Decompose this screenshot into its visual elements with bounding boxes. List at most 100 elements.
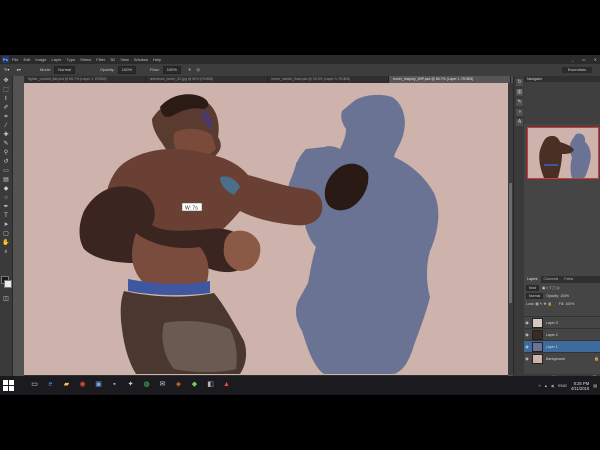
layer-opacity-field[interactable]: 100% — [560, 294, 569, 298]
volume-icon[interactable]: ◂) — [551, 383, 554, 388]
brush-tool-icon[interactable]: ✎ — [2, 140, 10, 148]
photoshop-taskbar-icon[interactable]: ▪ — [110, 380, 119, 390]
right-panels: Navigator Layers Channels Paths Kind ▣ ◐… — [524, 76, 600, 386]
character-panel-icon[interactable]: A — [516, 119, 523, 126]
visibility-eye-icon[interactable]: ◉ — [524, 332, 530, 337]
navigator-preview[interactable] — [527, 127, 599, 179]
brush-tool-preset-icon[interactable]: ✎▾ — [4, 67, 9, 72]
blur-tool-icon[interactable]: ◆ — [2, 185, 10, 193]
document-canvas[interactable]: W: 7s — [24, 83, 508, 375]
tab-paths[interactable]: Paths — [561, 276, 576, 283]
flow-field[interactable]: 100% — [162, 66, 181, 74]
properties-panel-icon[interactable]: ▥ — [516, 89, 523, 96]
doc-tab[interactable]: fighter_portrait_flat.psd @ 66.7% (Layer… — [24, 76, 146, 83]
quick-select-tool-icon[interactable]: ✐ — [2, 104, 10, 112]
layer-filter-row: Kind ▣ ◐ T ▢ ◎ — [526, 285, 598, 291]
flow-label: Flow: — [150, 67, 160, 72]
airbrush-icon[interactable]: ✈ — [188, 67, 191, 72]
mail-icon[interactable]: ✉ — [158, 380, 167, 390]
type-tool-icon[interactable]: T — [2, 212, 10, 220]
menu-filter[interactable]: Filter — [96, 55, 105, 64]
hand-tool-icon[interactable]: ✋ — [2, 239, 10, 247]
file-explorer-icon[interactable]: ▰ — [62, 380, 71, 390]
app-icon[interactable]: ▲ — [222, 380, 231, 390]
menu-file[interactable]: File — [12, 55, 18, 64]
layer-filter-kind-select[interactable]: Kind — [526, 285, 540, 291]
menu-edit[interactable]: Edit — [23, 55, 30, 64]
app-icon[interactable]: ◧ — [206, 380, 215, 390]
layer-row[interactable]: ◉ Background 🔒 — [524, 352, 600, 364]
scroll-thumb[interactable] — [509, 183, 512, 303]
quick-mask-icon[interactable]: ◫ — [2, 295, 10, 303]
pen-tool-icon[interactable]: ✒ — [2, 203, 10, 211]
visibility-eye-icon[interactable]: ◉ — [524, 344, 530, 349]
tray-arrow-icon[interactable]: ˄ — [539, 383, 541, 388]
language-indicator[interactable]: ENG — [558, 383, 567, 388]
brush-size-icon[interactable]: ●▾ — [16, 67, 20, 72]
eyedropper-tool-icon[interactable]: ⁄ — [2, 122, 10, 130]
menu-type[interactable]: Type — [67, 55, 76, 64]
minimize-button[interactable]: _ — [572, 55, 574, 64]
crop-tool-icon[interactable]: ⌗ — [2, 113, 10, 121]
visibility-eye-icon[interactable]: ◉ — [524, 320, 530, 325]
menu-layer[interactable]: Layer — [51, 55, 61, 64]
tab-layers[interactable]: Layers — [524, 276, 541, 283]
maximize-button[interactable]: ▭ — [582, 55, 586, 64]
store-icon[interactable]: ▣ — [94, 380, 103, 390]
app-icon[interactable]: ◆ — [190, 380, 199, 390]
healing-brush-tool-icon[interactable]: ✚ — [2, 131, 10, 139]
doc-tab-active[interactable]: boxer_lowpoly_WIP.psd @ 66.7% (Layer 1, … — [389, 76, 511, 83]
background-color-swatch[interactable] — [4, 280, 12, 288]
lasso-tool-icon[interactable]: ℓ — [2, 95, 10, 103]
app-icon[interactable]: ◈ — [174, 380, 183, 390]
menu-image[interactable]: Image — [35, 55, 46, 64]
eraser-tool-icon[interactable]: ▭ — [2, 167, 10, 175]
tab-channels[interactable]: Channels — [541, 276, 562, 283]
menu-help[interactable]: Help — [153, 55, 161, 64]
fill-field[interactable]: 100% — [565, 302, 574, 306]
zoom-tool-icon[interactable]: ⌕ — [2, 248, 10, 256]
menu-3d[interactable]: 3D — [110, 55, 115, 64]
windows-start-icon[interactable] — [3, 380, 14, 391]
whatsapp-icon[interactable]: ◍ — [142, 380, 151, 390]
layer-row[interactable]: ◉ Layer 3 — [524, 316, 600, 328]
opacity-field[interactable]: 100% — [117, 66, 137, 74]
menu-view[interactable]: View — [120, 55, 129, 64]
move-tool-icon[interactable]: ✥ — [2, 77, 10, 85]
layer-thumbnail — [532, 317, 543, 328]
gradient-tool-icon[interactable]: ▤ — [2, 176, 10, 184]
history-brush-tool-icon[interactable]: ↺ — [2, 158, 10, 166]
lock-icons[interactable]: ▦ ✎ ✥ 🔒 — [535, 302, 551, 306]
history-panel-icon[interactable]: ↻ — [516, 79, 523, 86]
marquee-tool-icon[interactable]: ⬚ — [2, 86, 10, 94]
brush-panel-icon[interactable]: ✎ — [516, 99, 523, 106]
clone-stamp-tool-icon[interactable]: ⚲ — [2, 149, 10, 157]
path-selection-tool-icon[interactable]: ➤ — [2, 221, 10, 229]
dodge-tool-icon[interactable]: ○ — [2, 194, 10, 202]
blend-mode-select[interactable]: Normal — [526, 293, 544, 299]
task-view-icon[interactable]: ▭ — [30, 380, 39, 390]
mode-select[interactable]: Normal — [54, 66, 76, 74]
app-icon[interactable]: ✦ — [126, 380, 135, 390]
close-button[interactable]: ✕ — [594, 55, 597, 64]
layer-row[interactable]: ◉ Layer 2 — [524, 328, 600, 340]
workspace-select[interactable]: Essentials — [561, 67, 592, 73]
windows-taskbar: ▭ e ▰ ◉ ▣ ▪ ✦ ◍ ✉ ◈ ◆ ◧ ▲ ˄ ▴ ◂) ENG 8:2… — [0, 376, 600, 395]
filter-icons[interactable]: ▣ ◐ T ▢ ◎ — [542, 286, 560, 290]
menu-select[interactable]: Select — [80, 55, 91, 64]
menu-window[interactable]: Window — [134, 55, 148, 64]
visibility-eye-icon[interactable]: ◉ — [524, 356, 530, 361]
edge-browser-icon[interactable]: e — [46, 380, 55, 390]
notifications-icon[interactable]: ▤ — [593, 383, 597, 388]
clock[interactable]: 8:25 PM 4/11/2016 — [571, 381, 589, 391]
chrome-icon[interactable]: ◉ — [78, 380, 87, 390]
layer-row-selected[interactable]: ◉ Layer 1 — [524, 340, 600, 352]
shape-tool-icon[interactable]: ▢ — [2, 230, 10, 238]
doc-tab[interactable]: boxer_sketch_final.psd @ 33.3% (Layer 3,… — [268, 76, 390, 83]
boxer-silhouette-shape — [288, 94, 439, 375]
doc-tab[interactable]: reference_boxer_02.jpg @ 50% (RGB/8) — [146, 76, 268, 83]
pressure-icon[interactable]: ◎ — [197, 67, 201, 72]
network-icon[interactable]: ▴ — [545, 383, 547, 388]
mode-label: Mode: — [40, 67, 52, 72]
adjustments-panel-icon[interactable]: ◑ — [516, 109, 523, 116]
